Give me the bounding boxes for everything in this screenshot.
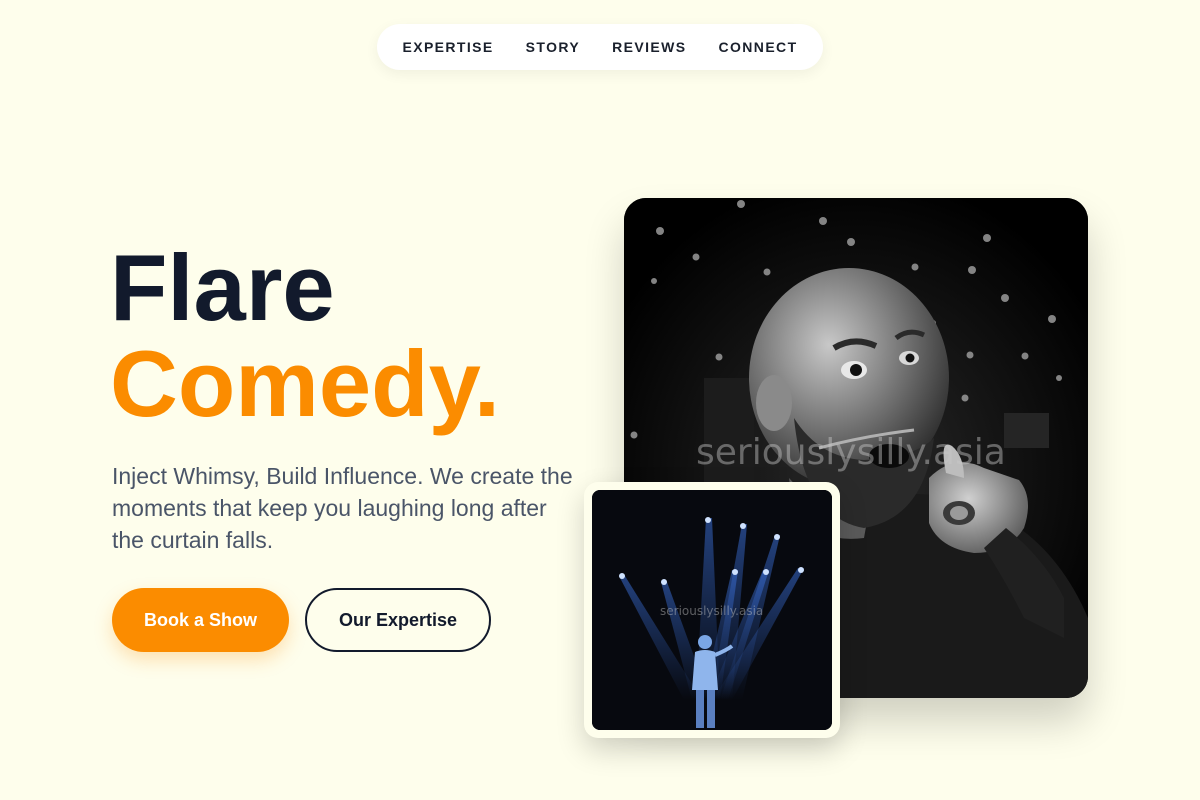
nav-link-connect[interactable]: CONNECT: [719, 39, 798, 55]
main-photo-watermark: seriouslysilly.asia: [696, 432, 1006, 473]
book-show-button[interactable]: Book a Show: [112, 588, 289, 652]
secondary-photo-watermark: seriouslysilly.asia: [660, 604, 764, 618]
nav-link-expertise[interactable]: EXPERTISE: [402, 39, 493, 55]
nav-link-story[interactable]: STORY: [526, 39, 580, 55]
hero-title: Flare Comedy.: [110, 240, 500, 432]
hero-title-line2: Comedy.: [110, 331, 500, 436]
hero-subtitle: Inject Whimsy, Build Influence. We creat…: [112, 463, 573, 553]
hero-secondary-photo: seriouslysilly.asia: [592, 490, 832, 730]
nav-link-reviews[interactable]: REVIEWS: [612, 39, 686, 55]
our-expertise-button[interactable]: Our Expertise: [305, 588, 491, 652]
top-nav: EXPERTISE STORY REVIEWS CONNECT: [377, 24, 823, 70]
hero-title-line1: Flare: [110, 235, 335, 340]
hero-secondary-photo-frame: seriouslysilly.asia: [584, 482, 840, 738]
